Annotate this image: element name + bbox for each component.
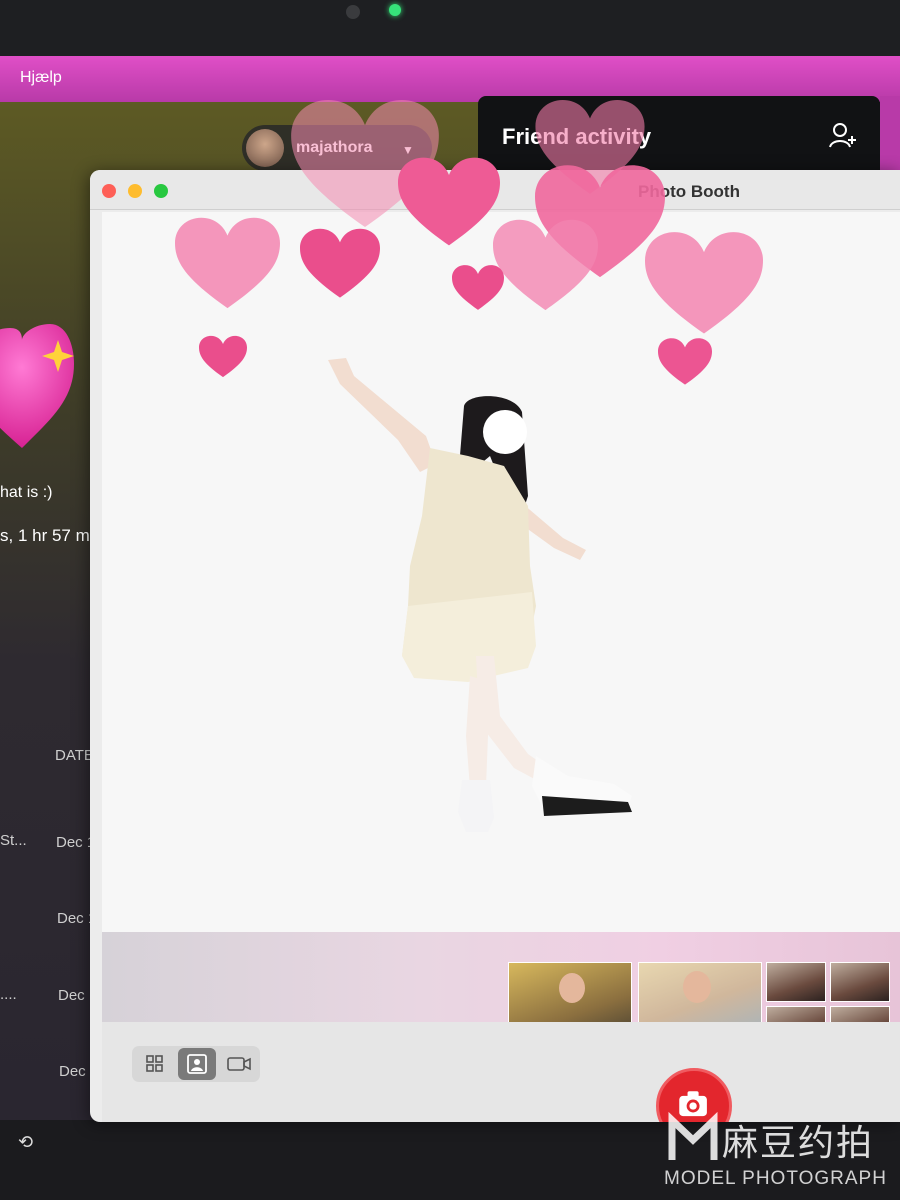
watermark-text-en: MODEL PHOTOGRAPH xyxy=(664,1168,887,1189)
playlist-description: hat is :) xyxy=(0,484,53,501)
heart-icon xyxy=(493,219,598,311)
repeat-icon[interactable]: ⟲ xyxy=(18,1132,33,1153)
heart-icon xyxy=(398,157,500,246)
playlist-meta: s, 1 hr 57 mi xyxy=(0,526,94,545)
avatar xyxy=(246,129,284,167)
photo-thumbnail[interactable] xyxy=(830,962,890,1002)
column-header-date: DATE xyxy=(55,747,94,764)
camera-lens xyxy=(346,5,360,19)
track-title[interactable]: .... xyxy=(0,986,17,1003)
heart-icon xyxy=(300,228,380,298)
camera-indicator-light xyxy=(389,4,401,16)
add-friend-icon[interactable] xyxy=(828,120,858,150)
photo-thumbnail[interactable] xyxy=(766,962,826,1002)
zoom-button[interactable] xyxy=(154,184,168,198)
heart-icon xyxy=(199,335,247,378)
track-title[interactable]: St... xyxy=(0,832,27,849)
minimize-button[interactable] xyxy=(128,184,142,198)
heart-icon xyxy=(452,265,504,310)
watermark-logo xyxy=(668,1111,718,1160)
heart-icon xyxy=(658,338,712,385)
heart-icon xyxy=(175,217,280,309)
monitor-bezel xyxy=(0,0,900,58)
person-photo-cutout xyxy=(328,358,632,832)
heart-icon xyxy=(645,232,763,334)
single-photo-icon[interactable] xyxy=(178,1048,216,1080)
sparkling-heart-icon xyxy=(0,324,74,448)
view-mode-switch xyxy=(132,1046,260,1082)
video-icon[interactable] xyxy=(220,1048,258,1080)
watermark-text-cn: 麻豆约拍 xyxy=(722,1123,875,1164)
grid-view-icon[interactable] xyxy=(136,1048,174,1080)
menu-help[interactable]: Hjælp xyxy=(20,69,62,87)
close-button[interactable] xyxy=(102,184,116,198)
